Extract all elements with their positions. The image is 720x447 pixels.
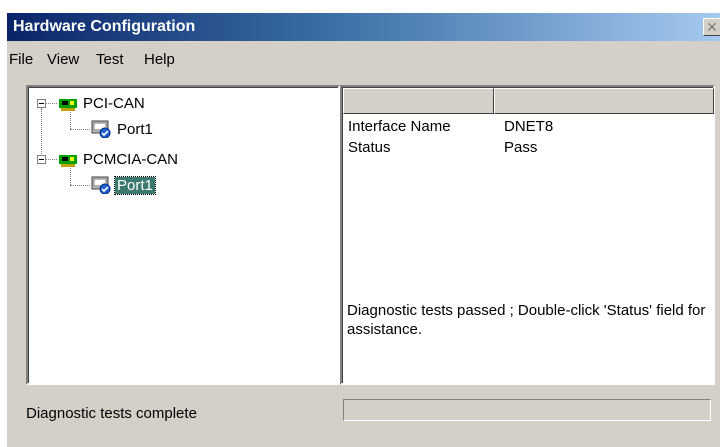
title-bar[interactable]: Hardware Configuration ✕ bbox=[7, 13, 720, 41]
pci-card-icon bbox=[59, 99, 77, 111]
prop-name-status: Status bbox=[348, 139, 391, 156]
column-header-property[interactable] bbox=[343, 88, 494, 114]
menu-test[interactable]: Test bbox=[96, 51, 124, 68]
collapse-toggle-pcmcia[interactable] bbox=[37, 155, 46, 164]
tree-node-pci-port1[interactable]: Port1 bbox=[117, 121, 153, 138]
tree-connector bbox=[46, 159, 57, 160]
menu-bar: File View Test Help bbox=[7, 43, 720, 71]
prop-value-interface[interactable]: DNET8 bbox=[504, 118, 553, 135]
menu-view[interactable]: View bbox=[47, 51, 79, 68]
prop-value-status[interactable]: Pass bbox=[504, 139, 537, 156]
detail-panel: Interface Name DNET8 Status Pass Diagnos… bbox=[340, 85, 715, 385]
tree-connector bbox=[70, 112, 71, 129]
tree-connector bbox=[70, 185, 90, 186]
collapse-toggle-pci[interactable] bbox=[37, 99, 46, 108]
menu-file[interactable]: File bbox=[9, 51, 33, 68]
tree-node-pci-can[interactable]: PCI-CAN bbox=[83, 95, 145, 112]
tree-node-pcmcia-port1[interactable]: Port1 bbox=[114, 176, 156, 195]
hardware-config-window: Hardware Configuration ✕ File View Test … bbox=[6, 12, 720, 447]
tree-connector bbox=[70, 168, 71, 185]
menu-help[interactable]: Help bbox=[144, 51, 175, 68]
tree-connector bbox=[70, 129, 90, 130]
port-icon bbox=[91, 120, 111, 138]
device-tree[interactable]: PCI-CAN Port1 PCMCIA-CAN Port1 bbox=[26, 85, 340, 385]
status-text: Diagnostic tests complete bbox=[26, 405, 197, 422]
close-button[interactable]: ✕ bbox=[703, 18, 720, 36]
port-icon bbox=[91, 176, 111, 194]
tree-connector bbox=[46, 103, 57, 104]
tree-node-pcmcia-can[interactable]: PCMCIA-CAN bbox=[83, 151, 178, 168]
diagnostic-message: Diagnostic tests passed ; Double-click '… bbox=[347, 302, 706, 338]
tree-connector bbox=[41, 108, 42, 160]
progress-bar bbox=[343, 399, 711, 421]
window-title: Hardware Configuration bbox=[13, 18, 196, 35]
column-header-value[interactable] bbox=[494, 88, 714, 114]
prop-name-interface: Interface Name bbox=[348, 118, 451, 135]
pcmcia-card-icon bbox=[59, 155, 77, 167]
